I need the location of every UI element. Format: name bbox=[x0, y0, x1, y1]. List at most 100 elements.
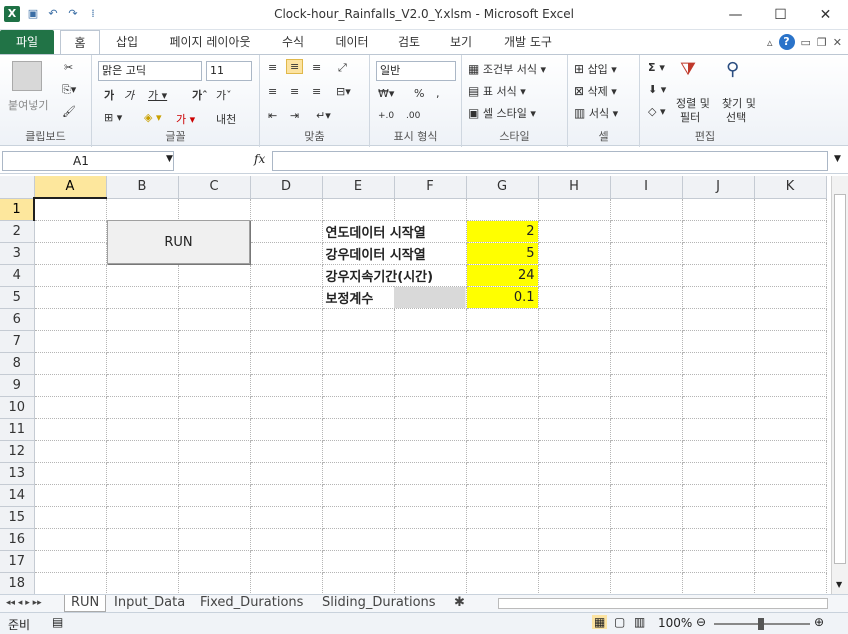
cell[interactable] bbox=[610, 198, 683, 221]
border-icon[interactable]: ⊞ ▾ bbox=[104, 111, 122, 124]
cell[interactable] bbox=[178, 286, 251, 309]
cell[interactable] bbox=[106, 264, 179, 287]
col-header[interactable]: K bbox=[754, 176, 827, 199]
format-as-table-button[interactable]: ▤ 표 서식 ▾ bbox=[468, 83, 526, 99]
row-header[interactable]: 18 bbox=[0, 572, 35, 594]
wrap-text-icon[interactable]: ↵▾ bbox=[316, 109, 331, 122]
cell[interactable] bbox=[754, 440, 827, 463]
cell[interactable] bbox=[610, 572, 683, 594]
cell[interactable] bbox=[34, 308, 107, 331]
cell[interactable] bbox=[34, 352, 107, 375]
cell[interactable] bbox=[106, 484, 179, 507]
cell[interactable] bbox=[394, 374, 467, 397]
cell[interactable] bbox=[250, 286, 323, 309]
cut-icon[interactable]: ✂ bbox=[64, 61, 73, 74]
cell[interactable] bbox=[178, 484, 251, 507]
cell[interactable] bbox=[250, 264, 323, 287]
cell[interactable] bbox=[754, 220, 827, 243]
cell[interactable] bbox=[106, 462, 179, 485]
row-header[interactable]: 13 bbox=[0, 462, 35, 485]
cell[interactable] bbox=[322, 352, 395, 375]
cell[interactable] bbox=[538, 286, 611, 309]
cell[interactable] bbox=[322, 550, 395, 573]
window-restore-icon[interactable]: ❐ bbox=[817, 36, 827, 49]
zoom-level[interactable]: 100% bbox=[658, 616, 692, 630]
cell[interactable] bbox=[250, 242, 323, 265]
cell[interactable] bbox=[682, 308, 755, 331]
cell[interactable] bbox=[322, 330, 395, 353]
cell[interactable] bbox=[466, 198, 539, 221]
help-icon[interactable]: ? bbox=[778, 34, 795, 50]
param-value[interactable]: 24 bbox=[466, 264, 539, 287]
cell[interactable] bbox=[394, 572, 467, 594]
bold-button[interactable]: 가 bbox=[104, 87, 114, 103]
cell[interactable] bbox=[610, 352, 683, 375]
cell[interactable] bbox=[178, 330, 251, 353]
maximize-button[interactable]: ☐ bbox=[758, 0, 803, 30]
cell[interactable] bbox=[610, 484, 683, 507]
cell[interactable] bbox=[538, 264, 611, 287]
paste-icon[interactable] bbox=[12, 61, 42, 91]
cell[interactable] bbox=[682, 550, 755, 573]
cell[interactable] bbox=[466, 506, 539, 529]
cell[interactable] bbox=[106, 352, 179, 375]
cell[interactable] bbox=[106, 396, 179, 419]
row-header[interactable]: 3 bbox=[0, 242, 35, 265]
sheet-nav-icons[interactable]: ◂◂ ◂ ▸ ▸▸ bbox=[6, 595, 42, 612]
font-color-icon[interactable]: 가 ▾ bbox=[176, 111, 195, 127]
row-header[interactable]: 7 bbox=[0, 330, 35, 353]
cell[interactable] bbox=[610, 396, 683, 419]
decrease-decimal-icon[interactable]: .00 bbox=[406, 111, 420, 121]
cell[interactable] bbox=[250, 550, 323, 573]
cell[interactable] bbox=[250, 396, 323, 419]
cell[interactable] bbox=[466, 572, 539, 594]
tab-file[interactable]: 파일 bbox=[0, 30, 54, 54]
row-header[interactable]: 11 bbox=[0, 418, 35, 441]
cell[interactable] bbox=[538, 506, 611, 529]
cell[interactable] bbox=[682, 286, 755, 309]
expand-formula-icon[interactable]: ▼ bbox=[834, 154, 841, 164]
row-header[interactable]: 6 bbox=[0, 308, 35, 331]
align-top-icon[interactable]: ≡ bbox=[268, 61, 277, 74]
cell[interactable] bbox=[106, 418, 179, 441]
row-header[interactable]: 9 bbox=[0, 374, 35, 397]
cell[interactable] bbox=[34, 528, 107, 551]
cell[interactable] bbox=[250, 352, 323, 375]
cell[interactable] bbox=[754, 374, 827, 397]
cell[interactable] bbox=[178, 440, 251, 463]
param-value[interactable]: 0.1 bbox=[466, 286, 539, 309]
cell[interactable] bbox=[394, 506, 467, 529]
cell[interactable] bbox=[610, 374, 683, 397]
cell[interactable] bbox=[538, 418, 611, 441]
align-middle-icon[interactable]: ≡ bbox=[286, 59, 304, 74]
cell[interactable] bbox=[250, 220, 323, 243]
cell[interactable] bbox=[106, 198, 179, 221]
cell[interactable] bbox=[178, 550, 251, 573]
cell[interactable] bbox=[538, 440, 611, 463]
cell[interactable] bbox=[754, 572, 827, 594]
cell[interactable] bbox=[178, 264, 251, 287]
sheet-tab-fixed-durations[interactable]: Fixed_Durations bbox=[200, 595, 303, 612]
orientation-icon[interactable]: ⤢ bbox=[338, 61, 347, 75]
cell[interactable] bbox=[538, 352, 611, 375]
cell[interactable] bbox=[322, 528, 395, 551]
cell[interactable] bbox=[33, 197, 107, 221]
cell[interactable] bbox=[466, 484, 539, 507]
decrease-indent-icon[interactable]: ⇤ bbox=[268, 109, 277, 122]
new-sheet-icon[interactable]: ✱ bbox=[454, 595, 465, 612]
cell[interactable] bbox=[538, 198, 611, 221]
increase-indent-icon[interactable]: ⇥ bbox=[290, 109, 299, 122]
vertical-scroll-thumb[interactable] bbox=[834, 194, 846, 564]
cell[interactable] bbox=[754, 198, 827, 221]
cell[interactable] bbox=[34, 462, 107, 485]
cell[interactable] bbox=[34, 220, 107, 243]
sheet-tab-input-data[interactable]: Input_Data bbox=[114, 595, 185, 612]
cell[interactable] bbox=[322, 484, 395, 507]
zoom-out-icon[interactable]: ⊖ bbox=[696, 615, 706, 629]
cell[interactable] bbox=[610, 550, 683, 573]
row-header[interactable]: 5 bbox=[0, 286, 35, 309]
cell[interactable] bbox=[754, 264, 827, 287]
sheet-tab-run[interactable]: RUN bbox=[64, 595, 107, 612]
fill-icon[interactable]: ⬇ ▾ bbox=[648, 83, 666, 96]
window-minimize-icon[interactable]: ▭ bbox=[801, 36, 811, 49]
